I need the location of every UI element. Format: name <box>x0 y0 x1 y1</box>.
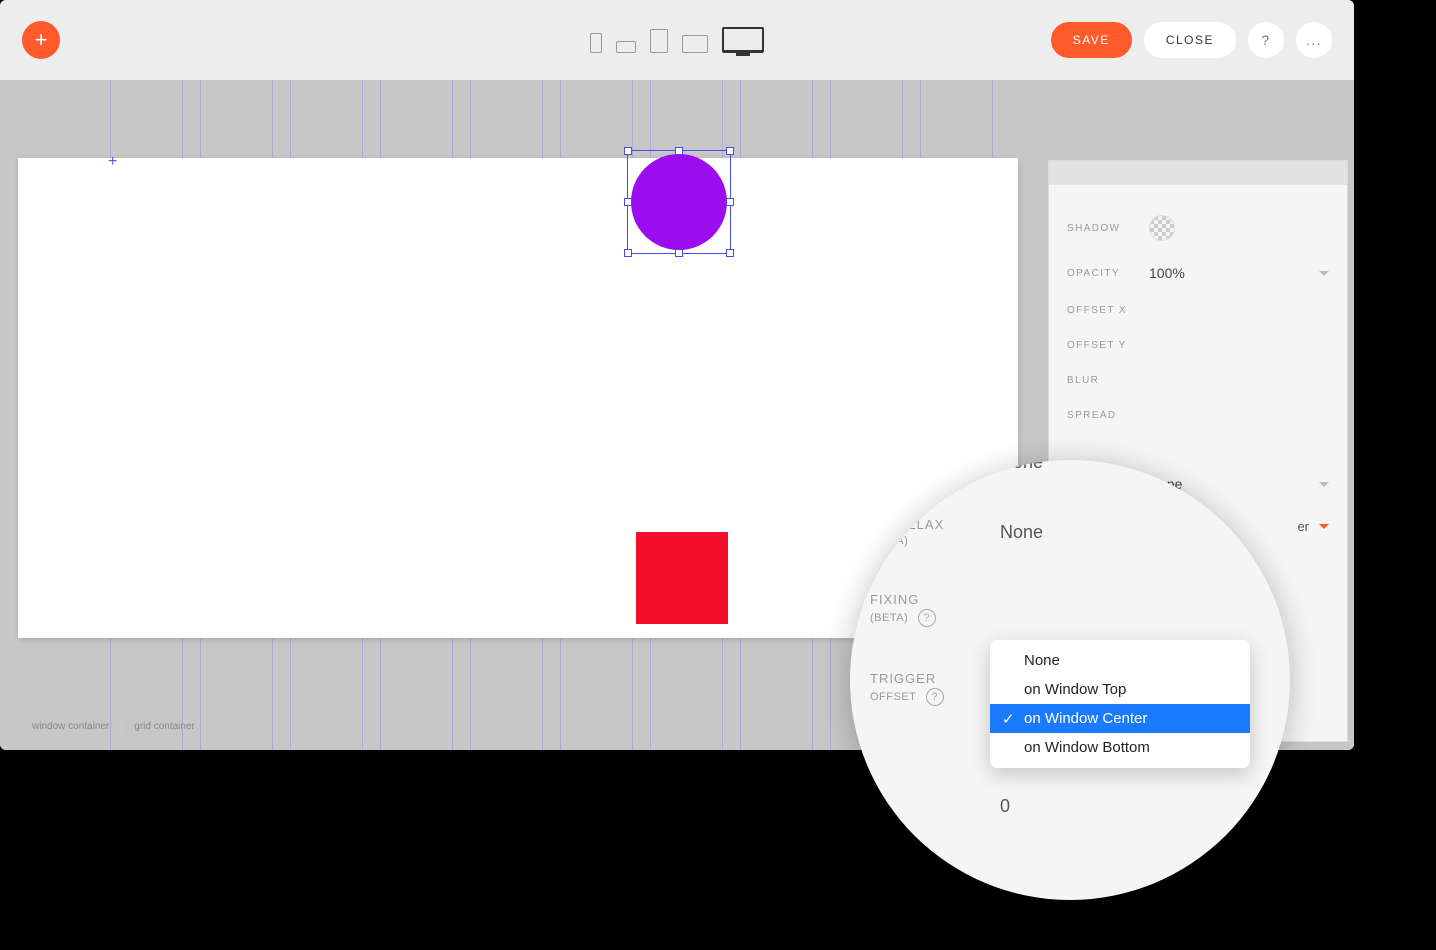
zoom-top-dropdown[interactable]: None <box>1000 460 1290 473</box>
selection-box[interactable] <box>627 150 731 254</box>
save-button[interactable]: SAVE <box>1051 22 1132 58</box>
dropdown-option[interactable]: on Window Bottom <box>990 733 1250 762</box>
panel-header <box>1049 161 1347 185</box>
resize-handle-sw[interactable] <box>624 249 632 257</box>
chevron-down-icon <box>1319 482 1329 487</box>
resize-handle-s[interactable] <box>675 249 683 257</box>
help-button[interactable]: ? <box>1248 22 1284 58</box>
dropdown-option[interactable]: on Window Top <box>990 675 1250 704</box>
zoom-magnifier: None PARALLAX (BETA) None FIXING (BETA) … <box>850 460 1290 900</box>
shadow-color-swatch[interactable] <box>1149 215 1175 241</box>
resize-handle-e[interactable] <box>726 198 734 206</box>
plus-icon: + <box>35 27 48 53</box>
resize-handle-ne[interactable] <box>726 147 734 155</box>
help-icon[interactable]: ? <box>918 609 936 627</box>
device-tablet-landscape-icon[interactable] <box>682 35 708 53</box>
chevron-down-icon <box>1319 524 1329 529</box>
top-toolbar: + SAVE CLOSE ? ... <box>0 0 1354 80</box>
chevron-down-icon <box>1278 606 1290 613</box>
spread-label: SPREAD <box>1067 410 1149 421</box>
device-tablet-portrait-icon[interactable] <box>650 29 668 53</box>
chevron-down-icon <box>1319 271 1329 276</box>
device-desktop-icon[interactable] <box>722 27 764 53</box>
add-button[interactable]: + <box>22 21 60 59</box>
device-phone-landscape-icon[interactable] <box>616 41 636 53</box>
breadcrumb-item[interactable]: window container <box>20 717 122 736</box>
resize-handle-w[interactable] <box>624 198 632 206</box>
resize-handle-nw[interactable] <box>624 147 632 155</box>
resize-handle-n[interactable] <box>675 147 683 155</box>
more-button[interactable]: ... <box>1296 22 1332 58</box>
trigger-label: TRIGGER OFFSET ? <box>870 671 1000 706</box>
offsetx-label: OFFSET X <box>1067 305 1149 316</box>
device-phone-portrait-icon[interactable] <box>590 33 602 53</box>
breadcrumb-item[interactable]: grid container <box>122 717 207 736</box>
dropdown-option[interactable]: None <box>990 646 1250 675</box>
square-element[interactable] <box>636 532 728 624</box>
offsety-label: OFFSET Y <box>1067 340 1149 351</box>
device-switcher <box>590 27 764 53</box>
shadow-label: SHADOW <box>1067 223 1149 234</box>
help-icon[interactable]: ? <box>926 688 944 706</box>
opacity-dropdown[interactable]: 100% <box>1149 265 1329 281</box>
breadcrumb: window container grid container <box>20 717 207 736</box>
parallax-dropdown[interactable]: None <box>1000 522 1290 543</box>
chevron-down-icon <box>1278 529 1290 536</box>
top-actions: SAVE CLOSE ? ... <box>1051 22 1332 58</box>
bottom-value: 0 <box>1000 796 1010 817</box>
fixing-dropdown[interactable] <box>1000 606 1290 613</box>
parallax-label: PARALLAX (BETA) <box>870 517 1000 548</box>
opacity-value: 100% <box>1149 265 1185 281</box>
fixing-label: FIXING (BETA) ? <box>870 592 1000 627</box>
close-button[interactable]: CLOSE <box>1144 22 1236 58</box>
opacity-label: OPACITY <box>1067 268 1149 279</box>
fixing-options-menu: None on Window Top on Window Center on W… <box>990 640 1250 768</box>
chevron-down-icon <box>1278 460 1290 466</box>
resize-handle-se[interactable] <box>726 249 734 257</box>
blur-label: BLUR <box>1067 375 1149 386</box>
dropdown-option-selected[interactable]: on Window Center <box>990 704 1250 733</box>
